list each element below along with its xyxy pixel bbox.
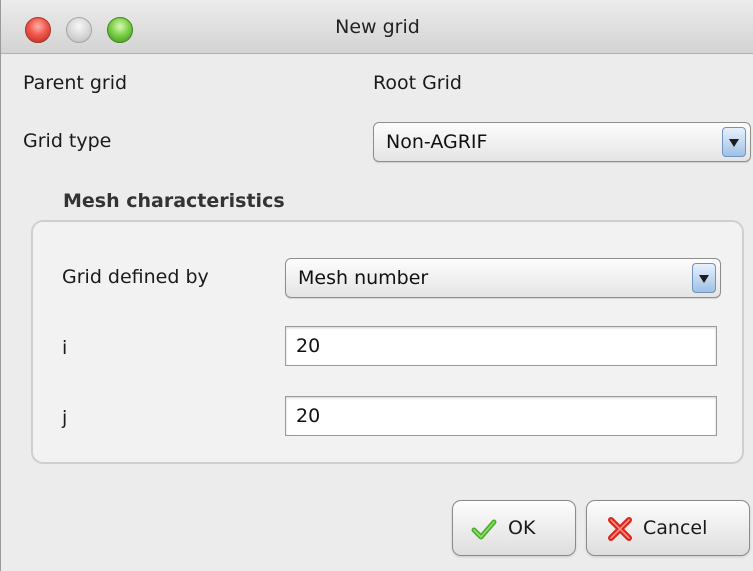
j-input[interactable] bbox=[286, 397, 716, 435]
new-grid-dialog: New grid Parent grid Root Grid Grid type… bbox=[0, 0, 753, 571]
red-x-icon bbox=[608, 517, 632, 541]
i-input[interactable] bbox=[286, 327, 716, 365]
grid-defined-by-select[interactable]: Mesh number bbox=[285, 258, 721, 298]
i-field[interactable] bbox=[285, 326, 717, 366]
chevron-down-icon bbox=[722, 127, 746, 157]
mesh-characteristics-group: Grid defined by Mesh number i j bbox=[31, 220, 744, 464]
cancel-button-label: Cancel bbox=[643, 517, 708, 539]
title-bar: New grid bbox=[1, 0, 753, 54]
window-title: New grid bbox=[335, 16, 420, 38]
parent-grid-label: Parent grid bbox=[23, 72, 128, 94]
grid-defined-by-selected-value: Mesh number bbox=[298, 267, 429, 289]
j-label: j bbox=[62, 407, 68, 429]
grid-type-select[interactable]: Non-AGRIF bbox=[373, 122, 751, 162]
parent-grid-value: Root Grid bbox=[373, 72, 462, 94]
mesh-characteristics-title: Mesh characteristics bbox=[63, 190, 285, 212]
i-label: i bbox=[62, 337, 68, 359]
j-field[interactable] bbox=[285, 396, 717, 436]
checkmark-icon bbox=[471, 519, 497, 540]
grid-type-label: Grid type bbox=[23, 130, 112, 152]
cancel-button[interactable]: Cancel bbox=[586, 500, 750, 556]
grid-defined-by-label: Grid defined by bbox=[62, 266, 209, 288]
ok-button-label: OK bbox=[508, 517, 536, 539]
chevron-down-icon bbox=[692, 263, 716, 293]
grid-type-selected-value: Non-AGRIF bbox=[386, 131, 488, 153]
ok-button[interactable]: OK bbox=[452, 500, 576, 556]
